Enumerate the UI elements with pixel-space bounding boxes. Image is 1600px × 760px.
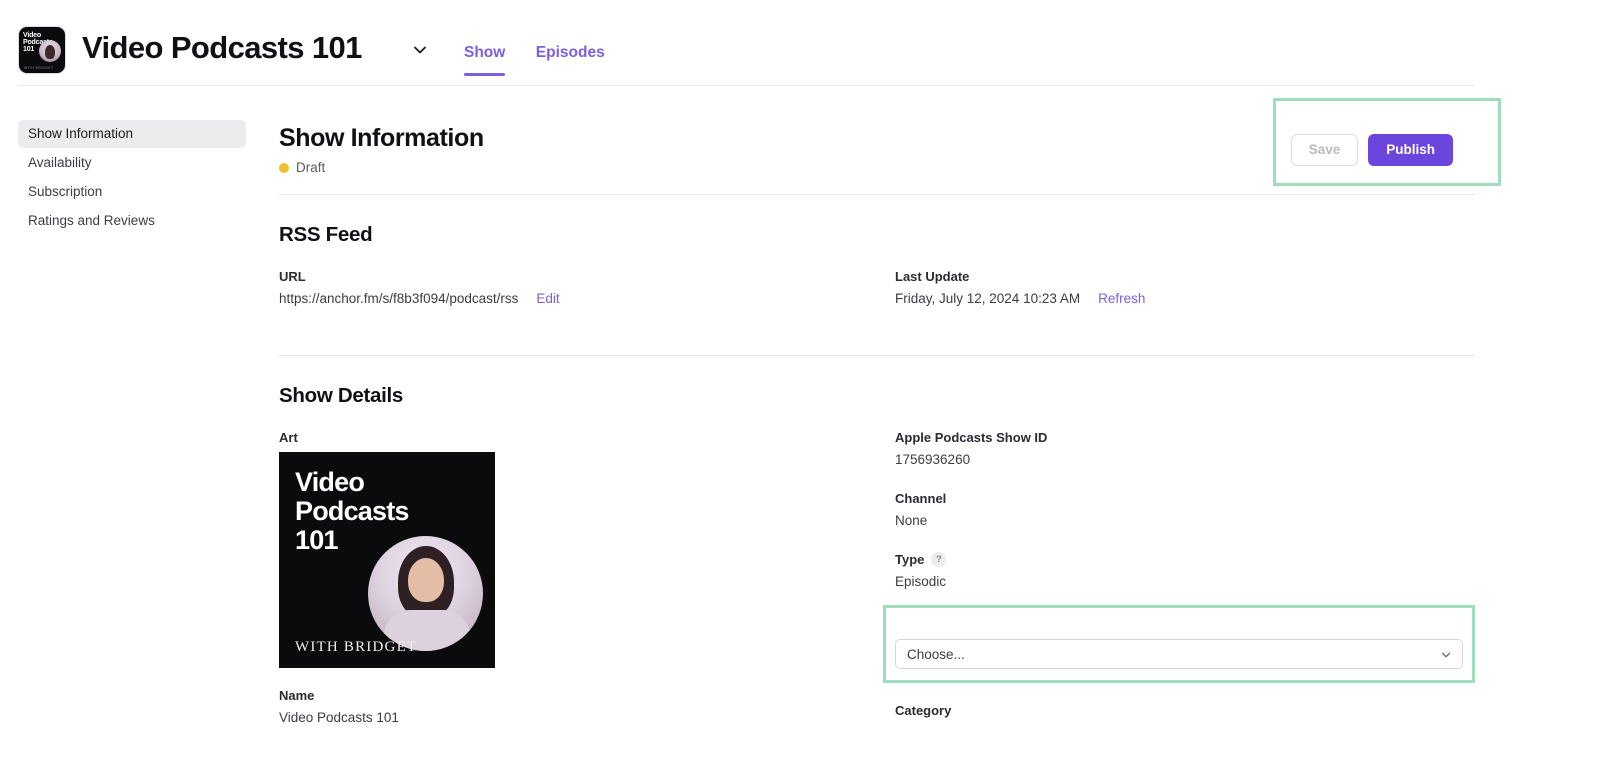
type-value: Episodic: [895, 574, 947, 589]
page-title: Show Information: [279, 124, 484, 152]
art-label: Art: [279, 430, 298, 445]
publish-button[interactable]: Publish: [1368, 134, 1453, 167]
type-help-icon[interactable]: ?: [931, 552, 947, 567]
rss-feed-title: RSS Feed: [279, 223, 373, 246]
show-artwork[interactable]: Video Podcasts 101 WITH BRIDGET: [279, 452, 495, 668]
apple-show-id-value: 1756936260: [895, 452, 971, 467]
category-label: Category: [895, 703, 952, 718]
rss-feed-section: RSS Feed URL https://anchor.fm/s/f8b3f09…: [279, 195, 1475, 333]
type-field: Type ? Episodic: [895, 552, 1495, 589]
type-label: Type ?: [895, 552, 1495, 567]
chevron-down-icon[interactable]: [412, 42, 428, 58]
update-frequency-help-icon[interactable]: ?: [1015, 617, 1031, 632]
artwork-portrait: [368, 536, 483, 651]
save-button[interactable]: Save: [1290, 134, 1359, 167]
sidebar-item-subscription[interactable]: Subscription: [18, 178, 246, 206]
rss-last-update-column: Last Update Friday, July 12, 2024 10:23 …: [895, 269, 1495, 326]
page-header: Show Information Draft Save Publish: [279, 98, 1501, 194]
sidebar-item-show-information[interactable]: Show Information: [18, 120, 246, 148]
apple-show-id-label: Apple Podcasts Show ID: [895, 430, 1048, 445]
main-content: Show Information Draft Save Publish RSS …: [279, 98, 1501, 760]
url-label: URL: [279, 269, 306, 284]
artwork-subtitle: WITH BRIDGET: [295, 639, 418, 655]
status-label: Draft: [296, 160, 326, 175]
refresh-link[interactable]: Refresh: [1098, 291, 1145, 306]
sidebar: Show Information Availability Subscripti…: [18, 120, 246, 236]
show-details-left-column: Art Video Podcasts 101 WITH BRIDGET Name V…: [279, 430, 879, 745]
top-bar: Video Podcasts 101 WITH BRIDGET Video Podc…: [0, 0, 1600, 88]
name-label: Name: [279, 688, 315, 703]
channel-field: Channel None: [895, 491, 1495, 528]
status-dot-icon: [279, 162, 289, 173]
app-icon-subtitle: WITH BRIDGET: [24, 66, 54, 70]
artwork-title: Video Podcasts 101: [295, 467, 409, 555]
tab-episodes[interactable]: Episodes: [536, 44, 605, 76]
artwork-portrait-face: [408, 558, 444, 602]
last-update-label: Last Update: [895, 269, 970, 284]
update-frequency-field: Update Frequency ? Choose...: [883, 605, 1495, 683]
update-frequency-label: Update Frequency ?: [895, 617, 1495, 632]
show-details-section: Show Details Art Video Podcasts 101 WITH B…: [279, 356, 1475, 760]
sidebar-item-availability[interactable]: Availability: [18, 149, 246, 177]
last-update-value: Friday, July 12, 2024 10:23 AM: [895, 291, 1081, 306]
app-icon-portrait: [39, 40, 61, 62]
top-bar-divider: [18, 85, 1474, 86]
show-details-title: Show Details: [279, 384, 403, 407]
url-value: https://anchor.fm/s/f8b3f094/podcast/rss: [279, 291, 519, 306]
name-value: Video Podcasts 101: [279, 710, 399, 725]
tab-bar: Show Episodes: [464, 44, 631, 76]
status-badge: Draft: [279, 160, 325, 175]
tab-show[interactable]: Show: [464, 44, 506, 76]
select-chevron-down-icon[interactable]: [1440, 648, 1452, 666]
channel-label: Channel: [895, 491, 947, 506]
page-show-title: Video Podcasts 101: [82, 30, 362, 65]
channel-value: None: [895, 513, 928, 528]
edit-url-link[interactable]: Edit: [536, 291, 559, 306]
action-buttons: Save Publish: [1290, 134, 1453, 167]
update-frequency-select[interactable]: Choose...: [895, 639, 1463, 669]
rss-url-column: URL https://anchor.fm/s/f8b3f094/podcast…: [279, 269, 879, 326]
category-field: Category: [895, 703, 1495, 718]
app-icon: Video Podcasts 101 WITH BRIDGET: [18, 26, 66, 74]
update-frequency-label-text: Update Frequency: [895, 617, 1009, 632]
type-label-text: Type: [895, 552, 925, 567]
sidebar-item-ratings-and-reviews[interactable]: Ratings and Reviews: [18, 207, 246, 235]
update-frequency-selected-value: Choose...: [907, 646, 965, 662]
show-details-right-column: Apple Podcasts Show ID 1756936260 Channe…: [883, 430, 1495, 738]
apple-show-id-field: Apple Podcasts Show ID 1756936260: [895, 430, 1495, 467]
